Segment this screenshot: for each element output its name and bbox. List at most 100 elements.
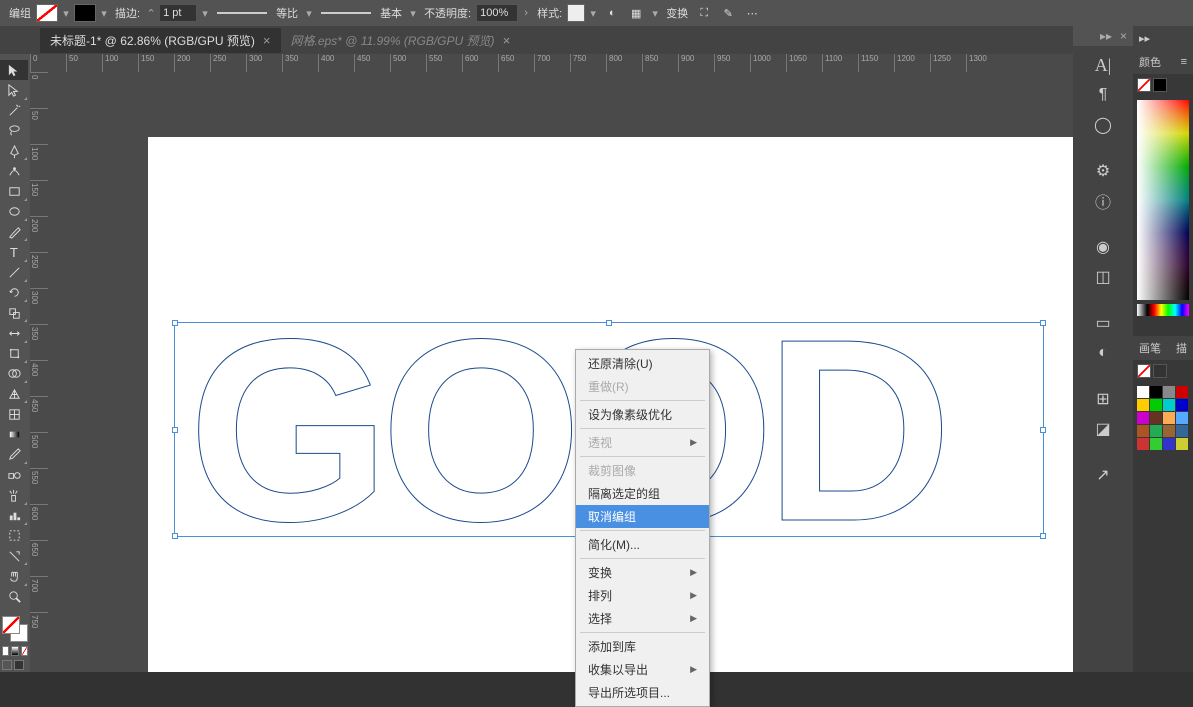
fill-stroke-swatches[interactable] [0, 614, 30, 644]
close-icon[interactable]: × [1120, 29, 1127, 43]
blend-tool[interactable] [0, 465, 28, 485]
menu-select[interactable]: 选择▶ [576, 607, 709, 630]
fill-color[interactable] [2, 616, 20, 634]
menu-add-to-library[interactable]: 添加到库 [576, 635, 709, 658]
stroke-weight-input[interactable] [159, 4, 197, 22]
brush-swatches[interactable] [1133, 360, 1193, 382]
menu-export-selection[interactable]: 导出所选项目... [576, 681, 709, 704]
edit-icon[interactable]: ✎ [717, 2, 739, 24]
context-menu: 还原清除(U) 重做(R) 设为像素级优化 透视▶ 裁剪图像 隔离选定的组 取消… [575, 349, 710, 707]
close-icon[interactable]: × [263, 33, 271, 48]
color-tab[interactable]: 颜色≡ [1133, 50, 1193, 74]
handle-bl[interactable] [172, 533, 178, 539]
pathfinder-panel-icon[interactable]: ◪ [1080, 416, 1126, 442]
style-swatch[interactable] [567, 4, 585, 22]
stroke-dropdown[interactable]: ▾ [98, 4, 110, 22]
tab-grid-eps[interactable]: 网格.eps* @ 11.99% (RGB/GPU 预览) × [281, 28, 521, 53]
brush-panel-header[interactable]: 画笔描 [1133, 336, 1193, 360]
profile-dd[interactable]: ▾ [407, 4, 419, 22]
mesh-tool[interactable] [0, 404, 28, 424]
hand-tool[interactable] [0, 566, 28, 586]
horizontal-ruler[interactable]: 0501001502002503003504004505005506006507… [30, 54, 1073, 72]
vertical-ruler[interactable]: 0501001502002503003504004505005506006507… [30, 72, 48, 672]
menu-simplify[interactable]: 简化(M)... [576, 533, 709, 556]
profile-label: 基本 [380, 5, 402, 21]
selection-tool[interactable] [0, 60, 28, 80]
stroke-weight-dd[interactable]: ▾ [199, 4, 211, 22]
artboard-tool[interactable] [0, 526, 28, 546]
paragraph-panel-icon[interactable]: ¶ [1080, 82, 1126, 108]
color-fill-stroke[interactable] [1133, 74, 1193, 96]
align-dd[interactable]: ▾ [649, 4, 661, 22]
lasso-tool[interactable] [0, 121, 28, 141]
color-spectrum[interactable] [1137, 100, 1189, 300]
scale-tool[interactable] [0, 303, 28, 323]
dash-dd[interactable]: ▾ [303, 4, 315, 22]
opacity-input[interactable] [476, 4, 518, 22]
column-graph-tool[interactable] [0, 506, 28, 526]
screen-mode-buttons[interactable] [0, 658, 30, 672]
handle-mr[interactable] [1040, 427, 1046, 433]
magic-wand-tool[interactable] [0, 101, 28, 121]
rectangle-tool[interactable] [0, 182, 28, 202]
menu-collect-export[interactable]: 收集以导出▶ [576, 658, 709, 681]
handle-tm[interactable] [606, 320, 612, 326]
handle-tr[interactable] [1040, 320, 1046, 326]
menu-isolate-group[interactable]: 隔离选定的组 [576, 482, 709, 505]
menu-pixel-perfect[interactable]: 设为像素级优化 [576, 403, 709, 426]
width-tool[interactable] [0, 323, 28, 343]
stroke-swatch[interactable] [74, 4, 96, 22]
gradient-panel-icon[interactable]: ▭ [1080, 310, 1126, 336]
appearance-panel-icon[interactable]: ◉ [1080, 234, 1126, 260]
swatch-grid[interactable] [1133, 382, 1193, 454]
collapse-icon[interactable]: ▸▸ [1100, 29, 1112, 43]
slice-tool[interactable] [0, 546, 28, 566]
color-panel-header[interactable]: ▸▸ [1133, 26, 1193, 50]
isolate-icon[interactable]: ⛶ [693, 2, 715, 24]
layers-panel-icon[interactable]: ◫ [1080, 264, 1126, 290]
menu-ungroup[interactable]: 取消编组 [576, 505, 709, 528]
color-mode-buttons[interactable] [0, 644, 30, 658]
zoom-tool[interactable] [0, 587, 28, 607]
menu-undo[interactable]: 还原清除(U) [576, 352, 709, 375]
free-transform-tool[interactable] [0, 344, 28, 364]
shape-builder-tool[interactable] [0, 364, 28, 384]
gradient-tool[interactable] [0, 425, 28, 445]
fill-dropdown[interactable]: ▾ [60, 4, 72, 22]
transform-label[interactable]: 变换 [666, 5, 688, 21]
direct-selection-tool[interactable] [0, 80, 28, 100]
rotate-tool[interactable] [0, 283, 28, 303]
recolor-icon[interactable]: ◐ [601, 2, 623, 24]
asset-export-panel-icon[interactable]: ↗ [1080, 462, 1126, 488]
info-panel-icon[interactable]: ⓘ [1080, 188, 1126, 214]
stroke-stepper[interactable]: ⌃ [145, 4, 157, 22]
canvas[interactable]: GOOD 路径 [48, 72, 1073, 672]
handle-ml[interactable] [172, 427, 178, 433]
type-tool[interactable]: T [0, 242, 28, 262]
properties-panel-icon[interactable]: ⚙ [1080, 158, 1126, 184]
pen-tool[interactable] [0, 141, 28, 161]
ellipse-tool[interactable] [0, 202, 28, 222]
curvature-tool[interactable] [0, 161, 28, 181]
perspective-tool[interactable] [0, 384, 28, 404]
align-icon[interactable]: ▦ [625, 2, 647, 24]
more-icon[interactable]: ⋯ [741, 2, 763, 24]
eyedropper-tool[interactable] [0, 445, 28, 465]
menu-transform[interactable]: 变换▶ [576, 561, 709, 584]
symbol-sprayer-tool[interactable] [0, 485, 28, 505]
close-icon[interactable]: × [503, 33, 511, 48]
menu-arrange[interactable]: 排列▶ [576, 584, 709, 607]
handle-br[interactable] [1040, 533, 1046, 539]
hue-strip[interactable] [1137, 304, 1189, 316]
line-tool[interactable] [0, 263, 28, 283]
tab-untitled[interactable]: 未标题-1* @ 62.86% (RGB/GPU 预览) × [40, 28, 281, 53]
glyphs-panel-icon[interactable]: ◯ [1080, 112, 1126, 138]
character-panel-icon[interactable]: A| [1080, 52, 1126, 78]
fill-swatch[interactable] [36, 4, 58, 22]
style-dd[interactable]: ▾ [587, 4, 599, 22]
handle-tl[interactable] [172, 320, 178, 326]
align-panel-icon[interactable]: ⊞ [1080, 386, 1126, 412]
opacity-dd[interactable]: › [520, 4, 532, 22]
paintbrush-tool[interactable] [0, 222, 28, 242]
transparency-panel-icon[interactable]: ◐ [1080, 340, 1126, 366]
